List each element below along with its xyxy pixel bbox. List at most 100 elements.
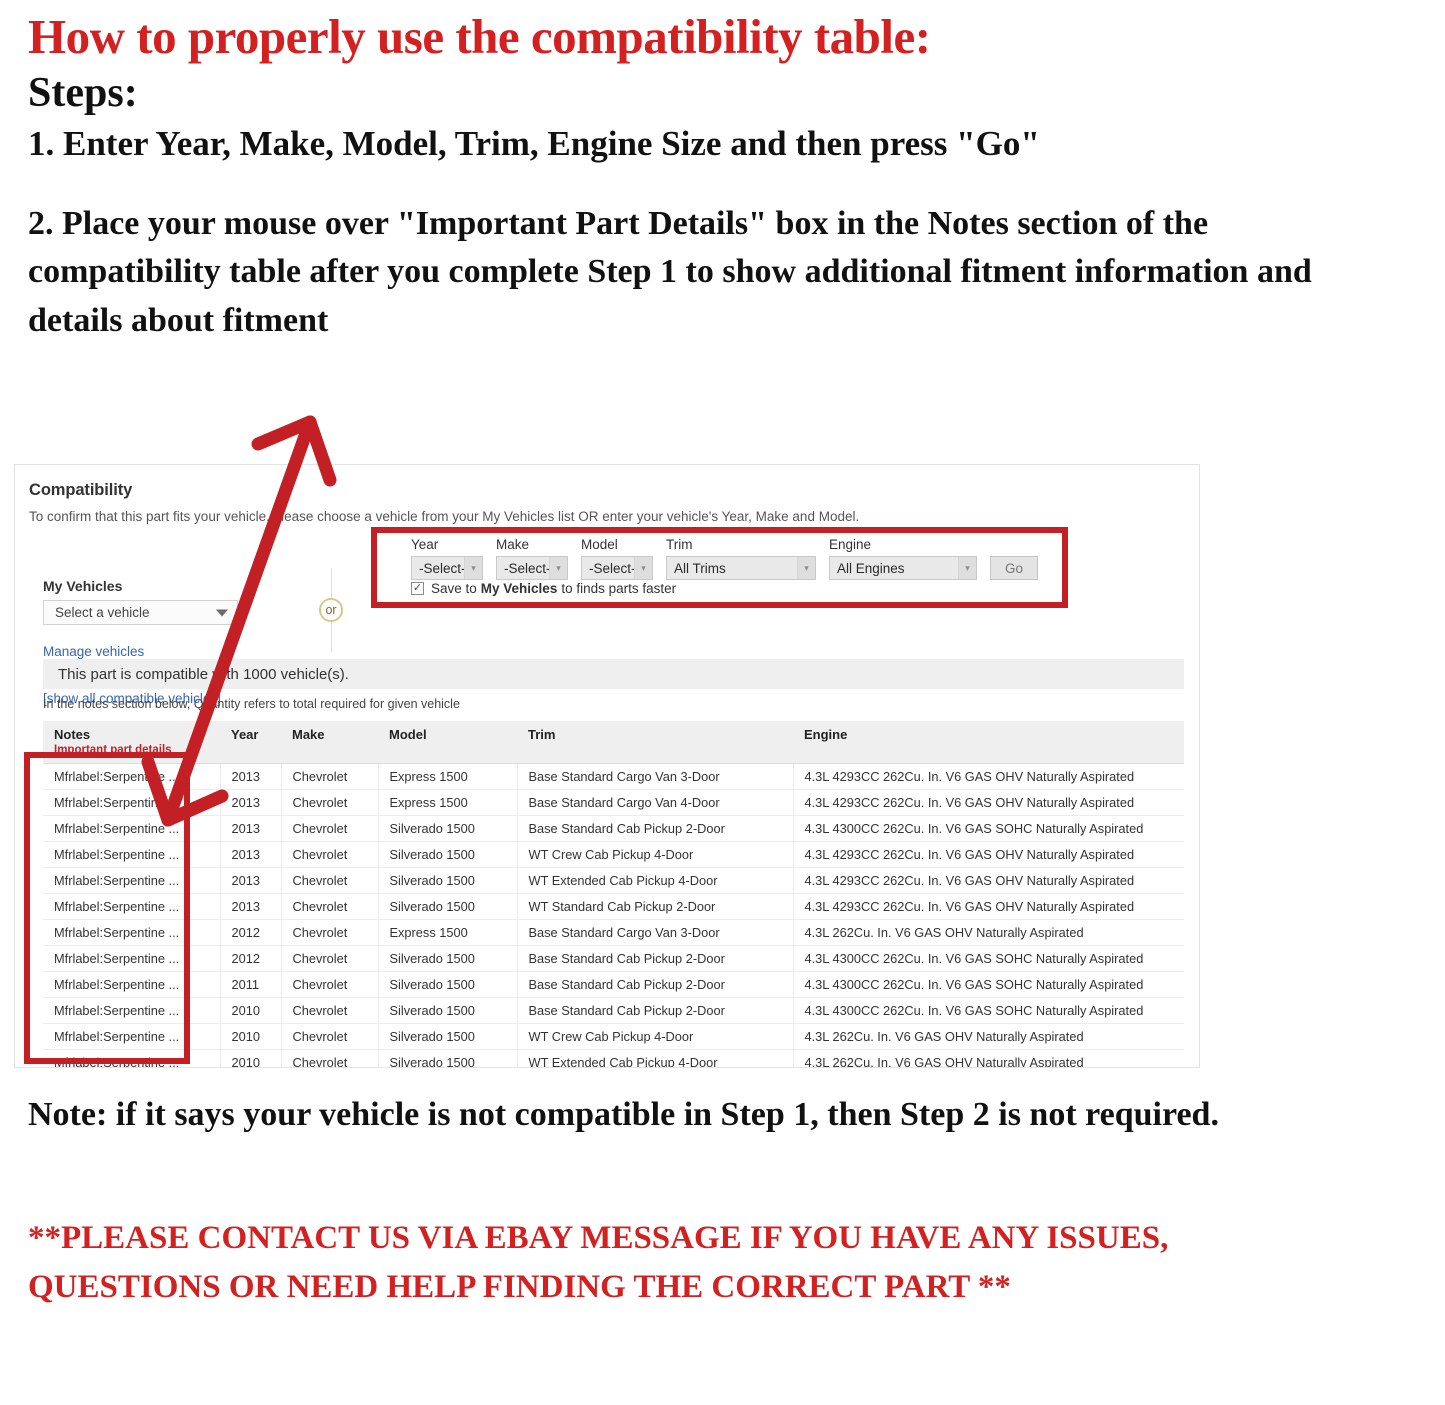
table-header-row: Notes Important part details Year Make M… bbox=[43, 721, 1184, 764]
cell-notes[interactable]: Mfrlabel:Serpentine ... bbox=[43, 789, 221, 816]
model-select-value: -Select- bbox=[589, 560, 636, 576]
table-row: Mfrlabel:Serpentine ... 2010 Chevrolet Silv… bbox=[43, 997, 1184, 1024]
cell-notes[interactable]: Mfrlabel:Serpentine ... bbox=[43, 997, 221, 1024]
cell-year: 2013 bbox=[220, 763, 282, 790]
table-row: Mfrlabel:Serpentine ... 2012 Chevrolet Silv… bbox=[43, 945, 1184, 972]
cell-year: 2012 bbox=[220, 919, 282, 946]
cell-notes[interactable]: Mfrlabel:Serpentine ... bbox=[43, 945, 221, 972]
trim-label: Trim bbox=[666, 537, 693, 552]
cell-engine: 4.3L 4293CC 262Cu. In. V6 GAS OHV Natura… bbox=[793, 841, 1184, 868]
cell-year: 2010 bbox=[220, 1023, 282, 1050]
my-vehicles-select[interactable]: Select a vehicle bbox=[43, 600, 238, 625]
cell-engine: 4.3L 4293CC 262Cu. In. V6 GAS OHV Natura… bbox=[793, 789, 1184, 816]
cell-make: Chevrolet bbox=[281, 815, 379, 842]
cell-engine: 4.3L 4293CC 262Cu. In. V6 GAS OHV Natura… bbox=[793, 893, 1184, 920]
cell-make: Chevrolet bbox=[281, 841, 379, 868]
vehicle-finder: Year -Select- ▾ Make -Select- ▾ Model -S… bbox=[411, 537, 1038, 580]
cell-model: Silverado 1500 bbox=[378, 945, 518, 972]
cell-notes[interactable]: Mfrlabel:Serpentine ... bbox=[43, 893, 221, 920]
chevron-down-icon: ▾ bbox=[549, 557, 567, 579]
compatibility-table-body: Mfrlabel:Serpentine ... 2013 Chevrolet Expr… bbox=[43, 763, 1184, 1067]
cell-notes[interactable]: Mfrlabel:Serpentine ... bbox=[43, 841, 221, 868]
or-divider-label: or bbox=[319, 598, 343, 622]
chevron-down-icon bbox=[216, 609, 228, 616]
cell-make: Chevrolet bbox=[281, 1049, 379, 1067]
cell-make: Chevrolet bbox=[281, 945, 379, 972]
chevron-down-icon: ▾ bbox=[797, 557, 815, 579]
table-row: Mfrlabel:Serpentine ... 2013 Chevrolet Expr… bbox=[43, 789, 1184, 816]
compatibility-heading: Compatibility bbox=[29, 481, 133, 499]
footer-note: Note: if it says your vehicle is not com… bbox=[28, 1096, 1219, 1133]
cell-notes[interactable]: Mfrlabel:Serpentine ... bbox=[43, 763, 221, 790]
table-row: Mfrlabel:Serpentine ... 2013 Chevrolet Silv… bbox=[43, 841, 1184, 868]
cell-year: 2010 bbox=[220, 997, 282, 1024]
cell-model: Silverado 1500 bbox=[378, 867, 518, 894]
column-header-trim[interactable]: Trim bbox=[517, 721, 793, 764]
model-field: Model -Select- ▾ bbox=[581, 537, 653, 580]
compatible-count-bar: This part is compatible with 1000 vehicl… bbox=[43, 659, 1184, 689]
trim-field: Trim All Trims ▾ bbox=[666, 537, 816, 580]
cell-engine: 4.3L 4300CC 262Cu. In. V6 GAS SOHC Natur… bbox=[793, 815, 1184, 842]
cell-engine: 4.3L 4293CC 262Cu. In. V6 GAS OHV Natura… bbox=[793, 763, 1184, 790]
save-to-my-vehicles-checkbox[interactable]: ✓ bbox=[411, 582, 424, 595]
or-divider: or bbox=[311, 568, 351, 652]
table-row: Mfrlabel:Serpentine ... 2012 Chevrolet Expr… bbox=[43, 919, 1184, 946]
column-header-year[interactable]: Year bbox=[220, 721, 281, 764]
save-checkbox-suffix: to finds parts faster bbox=[561, 581, 677, 596]
cell-notes[interactable]: Mfrlabel:Serpentine ... bbox=[43, 1023, 221, 1050]
cell-trim: Base Standard Cargo Van 4-Door bbox=[517, 789, 794, 816]
cell-make: Chevrolet bbox=[281, 763, 379, 790]
engine-select[interactable]: All Engines ▾ bbox=[829, 556, 977, 580]
table-row: Mfrlabel:Serpentine ... 2010 Chevrolet Silv… bbox=[43, 1023, 1184, 1050]
cell-trim: WT Extended Cab Pickup 4-Door bbox=[517, 867, 794, 894]
cell-model: Express 1500 bbox=[378, 763, 518, 790]
cell-notes[interactable]: Mfrlabel:Serpentine ... bbox=[43, 815, 221, 842]
cell-make: Chevrolet bbox=[281, 997, 379, 1024]
manage-vehicles-link[interactable]: Manage vehicles bbox=[43, 644, 343, 659]
column-header-notes[interactable]: Notes Important part details bbox=[43, 721, 220, 764]
footer-contact-notice: **PLEASE CONTACT US VIA EBAY MESSAGE IF … bbox=[28, 1220, 1169, 1305]
or-divider-line-top bbox=[330, 568, 332, 598]
go-button[interactable]: Go bbox=[990, 556, 1038, 580]
notes-quantity-hint: In the notes section below, Quantity ref… bbox=[43, 697, 460, 711]
cell-make: Chevrolet bbox=[281, 1023, 379, 1050]
year-select[interactable]: -Select- ▾ bbox=[411, 556, 483, 580]
cell-year: 2013 bbox=[220, 893, 282, 920]
cell-model: Silverado 1500 bbox=[378, 815, 518, 842]
save-to-my-vehicles-row[interactable]: ✓ Save to My Vehicles to finds parts fas… bbox=[411, 581, 676, 596]
arrow-head-top-left bbox=[251, 415, 317, 451]
column-header-make[interactable]: Make bbox=[281, 721, 378, 764]
cell-engine: 4.3L 262Cu. In. V6 GAS OHV Naturally Asp… bbox=[793, 919, 1184, 946]
cell-year: 2013 bbox=[220, 867, 282, 894]
compatibility-panel-inner: Compatibility To confirm that this part … bbox=[15, 465, 1199, 524]
chevron-down-icon: ▾ bbox=[634, 557, 652, 579]
cell-notes[interactable]: Mfrlabel:Serpentine ... bbox=[43, 971, 221, 998]
trim-select[interactable]: All Trims ▾ bbox=[666, 556, 816, 580]
cell-model: Silverado 1500 bbox=[378, 997, 518, 1024]
cell-trim: Base Standard Cab Pickup 2-Door bbox=[517, 997, 794, 1024]
my-vehicles-select-value: Select a vehicle bbox=[55, 605, 150, 620]
cell-notes[interactable]: Mfrlabel:Serpentine ... bbox=[43, 867, 221, 894]
make-field: Make -Select- ▾ bbox=[496, 537, 568, 580]
column-header-notes-label: Notes bbox=[54, 727, 91, 742]
column-header-model[interactable]: Model bbox=[378, 721, 517, 764]
model-label: Model bbox=[581, 537, 618, 552]
engine-label: Engine bbox=[829, 537, 872, 552]
my-vehicles-label: My Vehicles bbox=[43, 578, 123, 594]
cell-notes[interactable]: Mfrlabel:Serpentine ... bbox=[43, 919, 221, 946]
cell-model: Silverado 1500 bbox=[378, 971, 518, 998]
cell-trim: WT Crew Cab Pickup 4-Door bbox=[517, 1023, 794, 1050]
cell-year: 2010 bbox=[220, 1049, 282, 1067]
cell-model: Silverado 1500 bbox=[378, 893, 518, 920]
cell-trim: Base Standard Cargo Van 3-Door bbox=[517, 919, 794, 946]
make-select-value: -Select- bbox=[504, 560, 551, 576]
cell-notes[interactable]: Mfrlabel:Serpentine ... bbox=[43, 1049, 221, 1067]
page-title: How to properly use the compatibility ta… bbox=[28, 9, 931, 64]
cell-year: 2012 bbox=[220, 945, 282, 972]
step-2-text: 2. Place your mouse over "Important Part… bbox=[28, 204, 1312, 339]
model-select[interactable]: -Select- ▾ bbox=[581, 556, 653, 580]
cell-trim: WT Extended Cab Pickup 4-Door bbox=[517, 1049, 794, 1067]
cell-trim: Base Standard Cab Pickup 2-Door bbox=[517, 815, 794, 842]
make-select[interactable]: -Select- ▾ bbox=[496, 556, 568, 580]
column-header-engine[interactable]: Engine bbox=[793, 721, 1184, 764]
